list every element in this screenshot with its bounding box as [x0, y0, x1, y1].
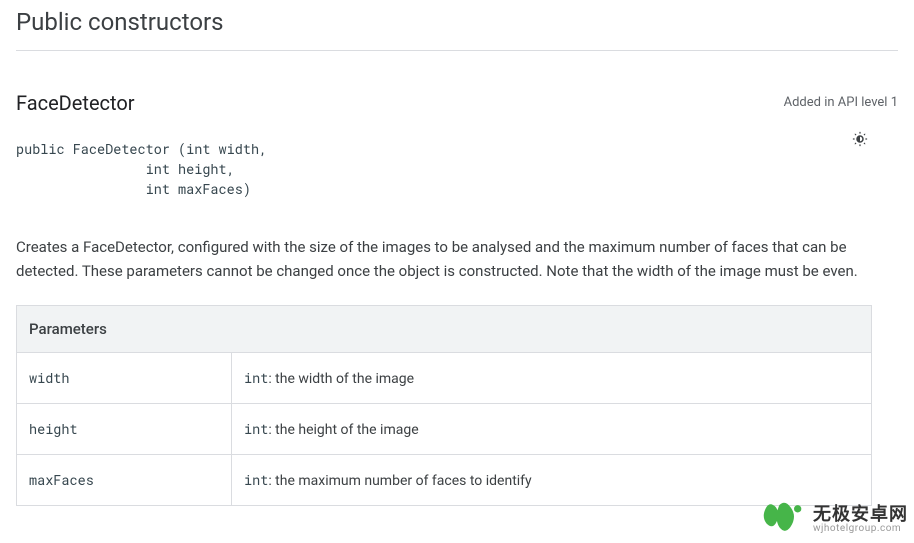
- param-text: : the height of the image: [268, 422, 418, 438]
- method-description: Creates a FaceDetector, configured with …: [16, 235, 876, 283]
- param-desc: int: the width of the image: [232, 353, 872, 404]
- parameters-header: Parameters: [17, 306, 872, 353]
- table-row: height int: the height of the image: [17, 404, 872, 455]
- parameters-table: Parameters width int: the width of the i…: [16, 305, 872, 506]
- section-rule: [16, 50, 898, 51]
- param-name: width: [17, 353, 232, 404]
- method-name: FaceDetector: [16, 91, 135, 115]
- param-desc: int: the maximum number of faces to iden…: [232, 455, 872, 506]
- brightness-icon: [851, 130, 869, 152]
- param-text: : the maximum number of faces to identif…: [268, 473, 531, 489]
- code-area: public FaceDetector (int width, int heig…: [16, 135, 898, 203]
- theme-toggle-button[interactable]: [846, 127, 874, 155]
- param-text: : the width of the image: [268, 371, 414, 387]
- doc-content: Public constructors FaceDetector Added i…: [0, 0, 914, 522]
- param-type: int: [244, 471, 268, 489]
- api-level: Added in API level 1: [784, 91, 898, 110]
- method-header: FaceDetector Added in API level 1: [16, 91, 898, 115]
- table-row: width int: the width of the image: [17, 353, 872, 404]
- param-type: int: [244, 369, 268, 387]
- section-title: Public constructors: [16, 0, 898, 50]
- param-type: int: [244, 420, 268, 438]
- param-name: maxFaces: [17, 455, 232, 506]
- table-row: maxFaces int: the maximum number of face…: [17, 455, 872, 506]
- method-signature: public FaceDetector (int width, int heig…: [16, 135, 898, 203]
- param-name: height: [17, 404, 232, 455]
- watermark-url: wjhotelgroup.com: [813, 524, 908, 535]
- param-desc: int: the height of the image: [232, 404, 872, 455]
